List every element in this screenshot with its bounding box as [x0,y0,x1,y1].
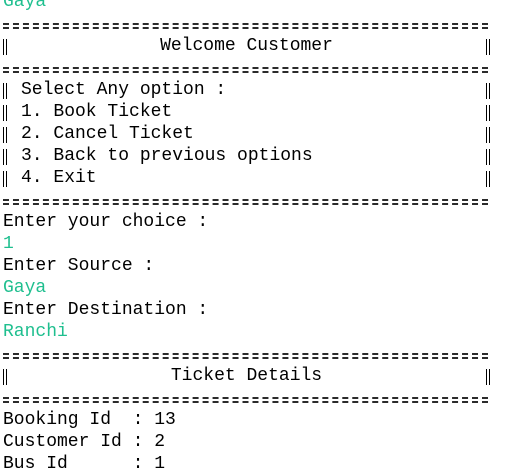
box-border-right [486,83,490,99]
ticket-title: Ticket Details [170,366,323,386]
ticket-bus-id: Bus Id : 1 [3,454,166,474]
ticket-header-row: Ticket Details [3,365,490,387]
box-border-right [486,369,490,385]
welcome-title: Welcome Customer [160,36,333,56]
menu-option-row: 3. Back to previous options [3,145,490,167]
separator [3,57,513,79]
separator [3,343,513,365]
separator [3,387,513,409]
choice-input-value[interactable]: 1 [3,233,513,255]
choice-prompt: Enter your choice : [3,212,209,232]
source-prompt: Enter Source : [3,256,155,276]
box-border-right [486,149,490,165]
menu-option-row: 1. Book Ticket [3,101,490,123]
menu-option-back: 3. Back to previous options [21,146,313,166]
separator [3,13,513,35]
previous-input-cutoff: Gaya [3,0,47,12]
welcome-header-row: Welcome Customer [3,35,490,57]
menu-option-cancel-ticket: 2. Cancel Ticket [21,124,194,144]
menu-option-book-ticket: 1. Book Ticket [21,102,173,122]
source-input-value[interactable]: Gaya [3,277,513,299]
box-border-right [486,39,490,55]
terminal-output: Gaya Welcome Customer Select Any option … [3,0,513,475]
menu-heading: Select Any option : [21,80,227,100]
destination-input-value[interactable]: Ranchi [3,321,513,343]
box-border-right [486,127,490,143]
menu-option-row: 2. Cancel Ticket [3,123,490,145]
ticket-booking-id: Booking Id : 13 [3,410,176,430]
menu-option-exit: 4. Exit [21,168,97,188]
box-border-right [486,171,490,187]
menu-option-row: 4. Exit [3,167,490,189]
ticket-customer-id: Customer Id : 2 [3,432,166,452]
separator [3,189,513,211]
destination-prompt: Enter Destination : [3,300,209,320]
box-border-right [486,105,490,121]
menu-heading-row: Select Any option : [3,79,490,101]
